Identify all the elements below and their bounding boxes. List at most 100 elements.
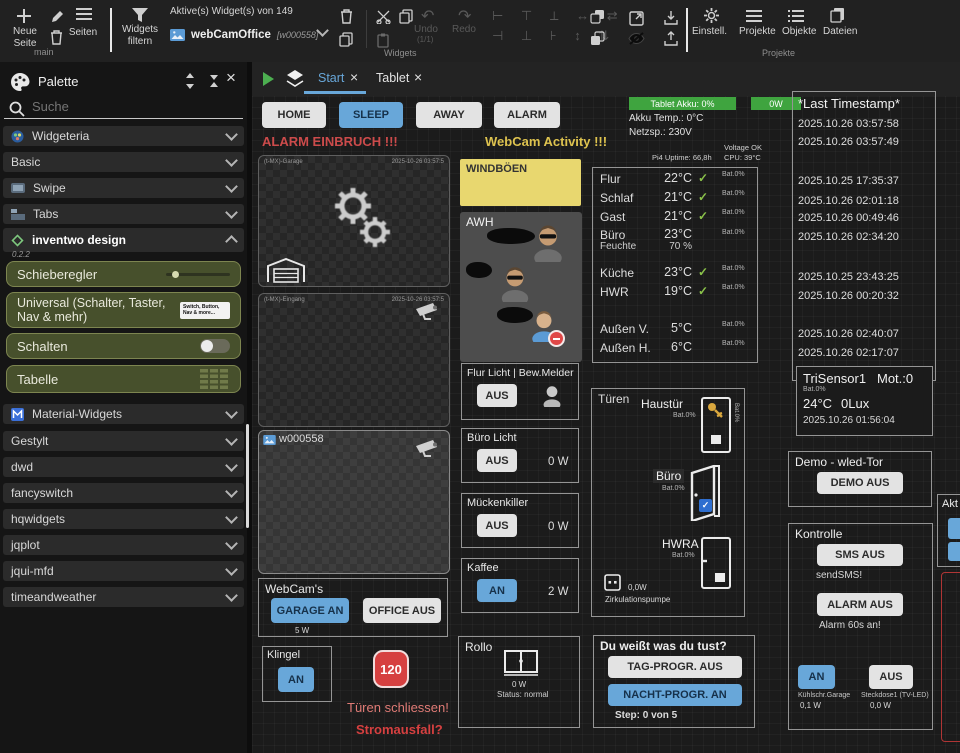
- sidebar-group-jqui-mfd[interactable]: jqui-mfd: [3, 561, 244, 581]
- mueckenkiller-button[interactable]: AUS: [477, 514, 517, 537]
- edit-page-icon[interactable]: [50, 10, 64, 24]
- tab-start-close-icon[interactable]: ×: [350, 69, 358, 85]
- tab-tablet-close-icon[interactable]: ×: [414, 69, 422, 85]
- layers-icon[interactable]: [284, 68, 306, 90]
- bring-front-icon[interactable]: [590, 9, 605, 24]
- tab-start[interactable]: Start: [318, 71, 344, 85]
- flur-licht-button[interactable]: AUS: [477, 384, 517, 407]
- new-page-button[interactable]: Neue Seite: [2, 26, 48, 49]
- widget-tabelle[interactable]: Tabelle: [6, 365, 241, 393]
- trisensor-name: TriSensor1: [803, 371, 866, 386]
- sidebar-group-timeandweather[interactable]: timeandweather: [3, 587, 244, 607]
- trisensor-temp: 24°C: [803, 396, 832, 411]
- import-icon[interactable]: [664, 31, 678, 46]
- widget-select[interactable]: webCamOffice [w000558]: [170, 24, 330, 46]
- clone-widget-icon[interactable]: [339, 32, 353, 47]
- group-label: inventwo design: [32, 233, 126, 247]
- steckdose-button[interactable]: AUS: [869, 665, 913, 689]
- sidebar-group-fancyswitch[interactable]: fancyswitch: [3, 483, 244, 503]
- open-external-icon[interactable]: [629, 11, 644, 26]
- cut-icon[interactable]: [376, 10, 391, 24]
- objects-button[interactable]: Objekte: [782, 26, 816, 38]
- redo-icon[interactable]: ↷: [458, 6, 471, 26]
- alarm-button[interactable]: ALARM AUS: [817, 593, 903, 616]
- widget-schieberegler[interactable]: Schieberegler: [6, 261, 241, 287]
- sidebar-group-jqplot[interactable]: jqplot: [3, 535, 244, 555]
- temp-bat: Bat.0%: [722, 265, 745, 272]
- mode-home-button[interactable]: HOME: [262, 102, 326, 128]
- widget-universal[interactable]: Universal (Schalter, Taster, Nav & mehr)…: [6, 292, 241, 328]
- projects-button[interactable]: Projekte: [739, 26, 776, 38]
- sidebar-group-material[interactable]: Material-Widgets: [3, 404, 244, 424]
- expand-all-icon[interactable]: [184, 73, 196, 89]
- delete-widget-icon[interactable]: [340, 9, 353, 24]
- mode-alarm-button[interactable]: ALARM: [494, 102, 560, 128]
- search-input[interactable]: [30, 98, 234, 115]
- nacht-programm-button[interactable]: NACHT-PROGR. AN: [608, 684, 742, 706]
- collapse-all-icon[interactable]: [208, 75, 220, 87]
- sidebar-group-widgeteria[interactable]: Widgeteria: [3, 126, 244, 146]
- pi4-uptime-label: Pi4 Uptime: 66,8h: [652, 153, 712, 162]
- widget-schalten[interactable]: Schalten: [6, 333, 241, 359]
- demo-button[interactable]: DEMO AUS: [817, 472, 903, 494]
- rollo-panel: Rollo 0 W Status: normal: [458, 636, 580, 728]
- sidebar-group-gestylt[interactable]: Gestylt: [3, 431, 244, 451]
- temp-value: 21°C: [648, 209, 692, 223]
- buero-licht-button[interactable]: AUS: [477, 449, 517, 472]
- webcam-office-view-selected[interactable]: w000558: [258, 430, 450, 574]
- settings-gear-icon[interactable]: [704, 8, 719, 23]
- tab-tablet[interactable]: Tablet: [376, 71, 409, 85]
- sidebar-group-tabs[interactable]: Tabs: [3, 204, 244, 224]
- kaffee-button[interactable]: AN: [477, 579, 517, 602]
- program-step: Step: 0 von 5: [615, 710, 677, 721]
- flur-licht-panel: Flur Licht | Bew.Melder AUS: [461, 363, 579, 420]
- tueren-panel: Türen Haustür Bat.0% Bat.0% Büro Bat.0% …: [591, 388, 745, 617]
- undo-icon[interactable]: ↶: [421, 6, 434, 26]
- door-open-icon[interactable]: [686, 465, 720, 521]
- pages-menu-icon[interactable]: [76, 8, 92, 20]
- garage-cam-button[interactable]: GARAGE AN: [271, 598, 349, 623]
- files-button[interactable]: Dateien: [823, 26, 857, 38]
- temp-room: Flur: [600, 172, 621, 186]
- door-closed-icon[interactable]: [701, 537, 731, 589]
- clipped-blue-button[interactable]: [948, 518, 960, 539]
- pages-button[interactable]: Seiten: [58, 27, 108, 39]
- sidebar-scrollbar[interactable]: [246, 424, 249, 528]
- timestamp: 2025.10.26 02:01:18: [798, 195, 899, 207]
- export-icon[interactable]: [664, 10, 678, 25]
- add-page-icon[interactable]: [16, 8, 32, 24]
- motion-person-icon: [542, 384, 562, 407]
- klingel-button[interactable]: AN: [278, 667, 314, 692]
- sidebar-group-basic[interactable]: Basic: [3, 152, 244, 172]
- close-palette-icon[interactable]: ×: [226, 68, 236, 88]
- clipped-blue-button[interactable]: [948, 542, 960, 561]
- door-closed-icon[interactable]: [701, 397, 731, 453]
- send-back-icon[interactable]: [590, 31, 605, 46]
- settings-button[interactable]: Einstell.: [692, 26, 727, 38]
- files-icon[interactable]: [830, 7, 845, 23]
- palette-icon: [10, 72, 30, 92]
- sidebar-group-dwd[interactable]: dwd: [3, 457, 244, 477]
- toggle-preview-icon: [200, 339, 230, 353]
- copy-icon[interactable]: [399, 9, 413, 24]
- sidebar-group-hqwidgets[interactable]: hqwidgets: [3, 509, 244, 529]
- mode-away-button[interactable]: AWAY: [416, 102, 482, 128]
- projects-menu-icon[interactable]: [746, 10, 762, 22]
- window-icon[interactable]: [504, 650, 538, 676]
- objects-list-icon[interactable]: [788, 10, 804, 22]
- webcam-eingang-view: (t-MX)-Eingang 2025-10-26 03:57:5: [258, 293, 450, 427]
- paste-icon[interactable]: [377, 33, 391, 48]
- filter-widgets-button[interactable]: Widgets filtern: [112, 24, 168, 47]
- office-cam-button[interactable]: OFFICE AUS: [363, 598, 441, 623]
- door-checkbox[interactable]: ✓: [699, 499, 712, 512]
- sms-button[interactable]: SMS AUS: [817, 544, 903, 566]
- sidebar-group-inventwo[interactable]: inventwo design: [3, 228, 244, 252]
- sms-note: sendSMS!: [816, 570, 862, 581]
- hide-widgets-icon[interactable]: [628, 32, 645, 45]
- run-view-icon[interactable]: [263, 72, 274, 86]
- sidebar-group-swipe[interactable]: Swipe: [3, 178, 244, 198]
- tag-programm-button[interactable]: TAG-PROGR. AUS: [608, 656, 742, 678]
- kuehlschrank-button[interactable]: AN: [798, 665, 835, 689]
- mode-sleep-button[interactable]: SLEEP: [339, 102, 403, 128]
- filter-widgets-icon[interactable]: [132, 8, 148, 22]
